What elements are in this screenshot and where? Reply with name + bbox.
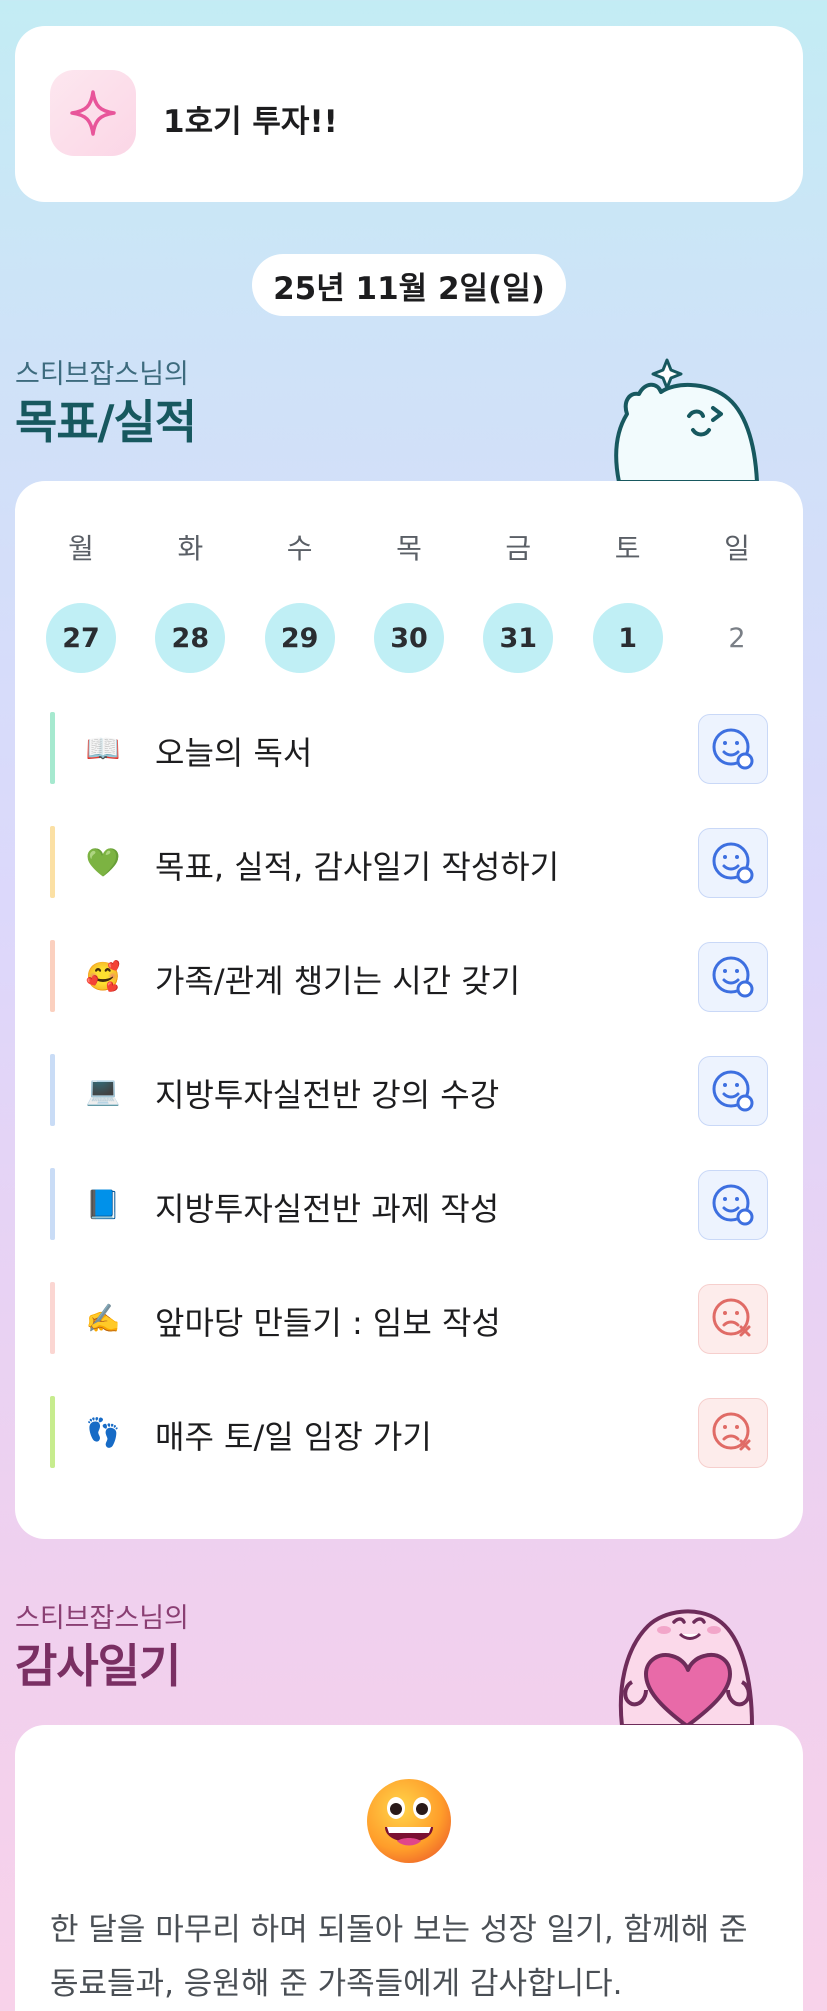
goal-color-bar: [50, 1282, 55, 1354]
sad-x-icon: [712, 1298, 751, 1337]
goal-text: 지방투자실전반 과제 작성: [155, 1190, 500, 1228]
goals-card: 월 27 화 28 수 29 목 30 금 31 토 1 일 2 📖 오늘의 독…: [15, 481, 803, 1539]
goals-section-title: 목표/실적: [15, 395, 197, 449]
day-column-mon[interactable]: 월 27: [45, 529, 117, 673]
status-success-button[interactable]: [698, 942, 768, 1012]
laptop-icon: 💻: [85, 1073, 121, 1107]
goal-text: 가족/관계 챙기는 시간 갖기: [155, 962, 521, 1000]
day-label: 월: [68, 532, 94, 565]
smile-check-icon: [712, 842, 754, 884]
day-column-sat[interactable]: 토 1: [592, 529, 664, 673]
goal-color-bar: [50, 1168, 55, 1240]
goal-color-bar: [50, 940, 55, 1012]
day-column-tue[interactable]: 화 28: [154, 529, 226, 673]
day-number[interactable]: 31: [483, 603, 554, 673]
gratitude-text: 한 달을 마무리 하며 되돌아 보는 성장 일기, 함께해 준 동료들과, 응원…: [50, 1912, 748, 2002]
goal-title: 1호기 투자!!: [163, 104, 338, 140]
sparkle-icon: [70, 90, 116, 136]
sad-x-icon: [712, 1412, 751, 1451]
day-column-sun[interactable]: 일 2: [701, 529, 773, 673]
goal-item-report[interactable]: ✍️ 앞마당 만들기 : 임보 작성: [50, 1282, 768, 1354]
day-column-fri[interactable]: 금 31: [482, 529, 554, 673]
goal-color-bar: [50, 1396, 55, 1468]
day-column-wed[interactable]: 수 29: [264, 529, 336, 673]
goal-color-bar: [50, 1054, 55, 1126]
mascot-heart-illustration: [618, 1609, 754, 1726]
goal-text: 매주 토/일 임장 가기: [155, 1418, 432, 1456]
goal-text: 오늘의 독서: [155, 734, 313, 772]
goal-text: 지방투자실전반 강의 수강: [155, 1076, 500, 1114]
day-label: 토: [614, 532, 641, 565]
goal-item-field-trip[interactable]: 👣 매주 토/일 임장 가기: [50, 1396, 768, 1468]
smile-check-icon: [712, 956, 754, 998]
goal-title-card[interactable]: 1호기 투자!!: [15, 26, 803, 202]
goal-color-bar: [50, 712, 55, 784]
day-column-thu[interactable]: 목 30: [373, 529, 445, 673]
day-number[interactable]: 1: [592, 603, 663, 673]
gratitude-card[interactable]: 한 달을 마무리 하며 되돌아 보는 성장 일기, 함께해 준 동료들과, 응원…: [15, 1725, 803, 2011]
status-success-button[interactable]: [698, 1056, 768, 1126]
status-success-button[interactable]: [698, 1170, 768, 1240]
day-number[interactable]: 29: [264, 603, 335, 673]
goal-text: 앞마당 만들기 : 임보 작성: [155, 1304, 501, 1342]
smile-check-icon: [712, 728, 754, 770]
day-label: 금: [505, 532, 532, 565]
smiling-hearts-icon: 🥰: [85, 959, 121, 993]
blue-book-icon: 📘: [85, 1187, 121, 1221]
status-success-button[interactable]: [698, 828, 768, 898]
goal-item-writing[interactable]: 💚 목표, 실적, 감사일기 작성하기: [50, 826, 768, 898]
mascot-wave-illustration: [614, 358, 759, 482]
day-number[interactable]: 27: [46, 603, 116, 673]
day-label: 일: [724, 532, 750, 565]
goal-item-assignment[interactable]: 📘 지방투자실전반 과제 작성: [50, 1168, 768, 1240]
sparkle-icon-box: [50, 70, 136, 156]
day-label: 화: [177, 532, 204, 565]
goal-item-lecture[interactable]: 💻 지방투자실전반 강의 수강: [50, 1054, 768, 1126]
day-label: 목: [396, 532, 422, 565]
day-number[interactable]: 28: [155, 603, 226, 673]
day-number[interactable]: 2: [702, 603, 772, 673]
week-calendar: 월 27 화 28 수 29 목 30 금 31 토 1 일 2: [45, 529, 773, 673]
goal-item-reading[interactable]: 📖 오늘의 독서: [50, 712, 768, 784]
smile-check-icon: [712, 1184, 754, 1226]
status-success-button[interactable]: [698, 714, 768, 784]
smile-check-icon: [712, 1070, 754, 1112]
status-fail-button[interactable]: [698, 1284, 768, 1354]
green-heart-icon: 💚: [85, 845, 121, 879]
writing-hand-icon: ✍️: [85, 1301, 121, 1335]
gratitude-section-title: 감사일기: [15, 1639, 181, 1693]
status-fail-button[interactable]: [698, 1398, 768, 1468]
goal-color-bar: [50, 826, 55, 898]
footprints-icon: 👣: [85, 1415, 121, 1449]
day-label: 수: [286, 532, 313, 565]
goal-text: 목표, 실적, 감사일기 작성하기: [155, 848, 560, 886]
grinning-face-icon: [367, 1779, 451, 1863]
goal-item-family[interactable]: 🥰 가족/관계 챙기는 시간 갖기: [50, 940, 768, 1012]
current-date[interactable]: 25년 11월 2일(일): [252, 254, 566, 316]
book-icon: 📖: [85, 731, 121, 765]
day-number[interactable]: 30: [373, 603, 444, 673]
